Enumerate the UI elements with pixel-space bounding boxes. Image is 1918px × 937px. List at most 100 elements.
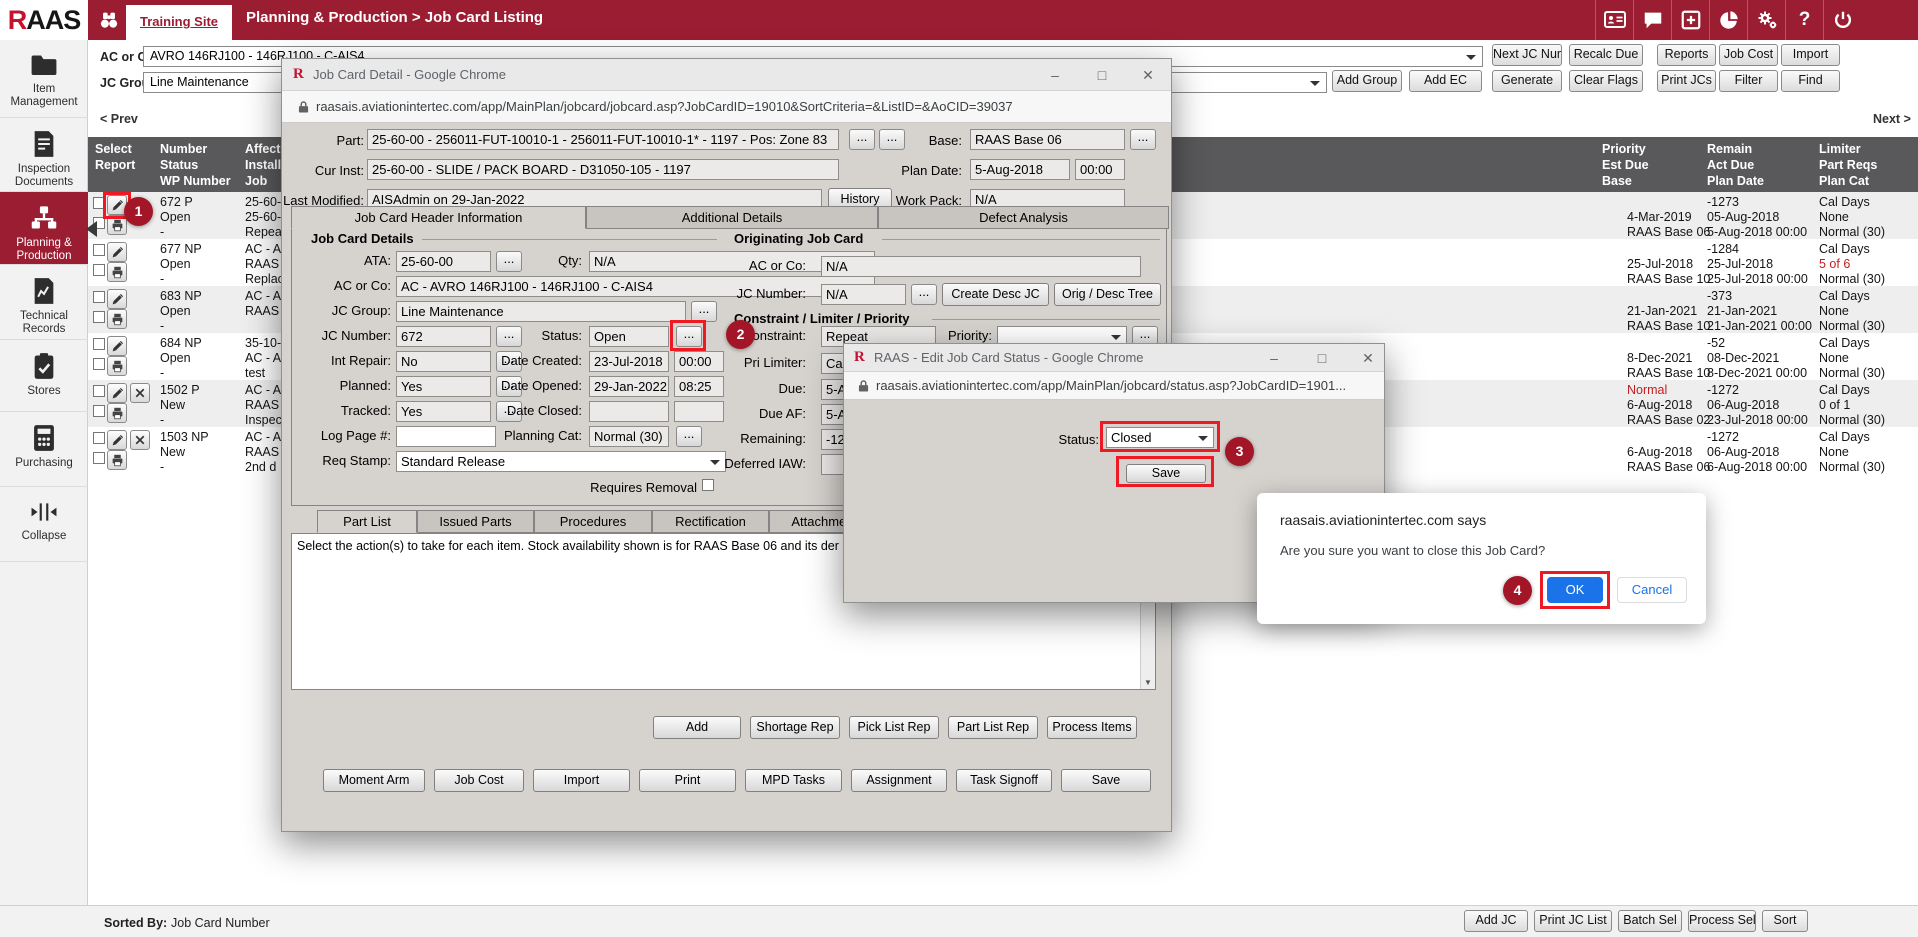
minimize-icon[interactable]: – (1259, 350, 1289, 366)
jc-group-field[interactable]: Line Maintenance (396, 301, 686, 322)
sidebar-item-item-management[interactable]: Item Management (0, 40, 88, 118)
footer-print-jc-list-button[interactable]: Print JC List (1534, 910, 1612, 932)
select-row-checkbox[interactable] (93, 432, 105, 444)
column-remain-actdue-plandate[interactable]: Remain Act Due Plan Date (1707, 141, 1764, 189)
tab-additional-details[interactable]: Additional Details (586, 206, 878, 229)
sidebar-item-planning-production[interactable]: Planning & Production (0, 192, 88, 265)
base-lookup-button[interactable]: ... (1130, 129, 1156, 150)
prev-page-link[interactable]: < Prev (100, 112, 138, 126)
add-group-button[interactable]: Add Group (1332, 70, 1402, 92)
sidebar-item-stores[interactable]: Stores (0, 340, 88, 412)
int-repair-field[interactable]: No (396, 351, 491, 372)
maximize-icon[interactable]: □ (1087, 67, 1117, 83)
tab-training-site[interactable]: Training Site (126, 5, 232, 40)
jc-number-field[interactable]: 672 (396, 326, 491, 347)
close-icon[interactable]: ✕ (1133, 67, 1163, 84)
jobcard-import-button[interactable]: Import (533, 769, 630, 792)
save-status-button[interactable]: Save (1126, 464, 1206, 483)
select-row-checkbox[interactable] (93, 385, 105, 397)
report-row-checkbox[interactable] (93, 358, 105, 370)
jobcard-print-button[interactable]: Print (639, 769, 736, 792)
tab-procedures[interactable]: Procedures (534, 510, 652, 533)
log-page-field[interactable] (396, 426, 496, 447)
report-row-checkbox[interactable] (93, 405, 105, 417)
part-field[interactable]: 25-60-00 - 256011-FUT-10010-1 - 256011-F… (367, 129, 839, 150)
create-desc-jc-button[interactable]: Create Desc JC (942, 283, 1049, 306)
print-jobcard-icon[interactable] (107, 403, 127, 423)
column-limiter-partreqs-plancat[interactable]: Limiter Part Reqs Plan Cat (1819, 141, 1877, 189)
report-row-checkbox[interactable] (93, 452, 105, 464)
jobcard-window-titlebar[interactable]: R Job Card Detail - Google Chrome – □ ✕ (282, 59, 1171, 91)
jobcard-job-cost-button[interactable]: Job Cost (434, 769, 524, 792)
ata-lookup-button[interactable]: ... (496, 251, 522, 272)
sidebar-item-collapse[interactable]: Collapse (0, 487, 88, 562)
delete-jobcard-icon[interactable] (130, 430, 150, 450)
base-field[interactable]: RAAS Base 06 (970, 129, 1125, 150)
jobcard-window-url[interactable]: raasais.aviationintertec.com/app/MainPla… (316, 99, 1013, 114)
planned-field[interactable]: Yes (396, 376, 491, 397)
import-button[interactable]: Import (1781, 44, 1840, 66)
tab-part-list[interactable]: Part List (317, 510, 417, 533)
report-row-checkbox[interactable] (93, 311, 105, 323)
settings-gears-icon[interactable] (1747, 0, 1785, 40)
date-opened-field[interactable]: 29-Jan-2022 (589, 376, 669, 397)
pie-chart-icon[interactable] (1709, 0, 1747, 40)
part-lookup-button[interactable]: ... (849, 129, 875, 150)
partlist-process-items-button[interactable]: Process Items (1047, 716, 1137, 739)
status-field[interactable]: Open (589, 326, 669, 347)
planning-cat-field[interactable]: Normal (30) (589, 426, 669, 447)
status-window-url[interactable]: raasais.aviationintertec.com/app/MainPla… (876, 378, 1346, 393)
maximize-icon[interactable]: □ (1307, 350, 1337, 366)
plan-date-field[interactable]: 5-Aug-2018 (970, 159, 1070, 180)
edit-jobcard-icon[interactable] (107, 336, 127, 356)
edit-jobcard-icon[interactable] (107, 430, 127, 450)
find-button[interactable]: Find (1781, 70, 1840, 92)
status-select[interactable]: Closed (1106, 427, 1214, 448)
tab-defect-analysis[interactable]: Defect Analysis (878, 206, 1169, 229)
sidebar-item-inspection-documents[interactable]: Inspection Documents (0, 118, 88, 192)
footer-batch-sel-button[interactable]: Batch Sel (1618, 910, 1682, 932)
delete-jobcard-icon[interactable] (130, 383, 150, 403)
jobcard-assignment-button[interactable]: Assignment (851, 769, 947, 792)
partlist-shortage-rep-button[interactable]: Shortage Rep (750, 716, 840, 739)
edit-jobcard-icon[interactable] (107, 383, 127, 403)
orig-ac-or-co-field[interactable]: N/A (821, 256, 1141, 277)
ok-button[interactable]: OK (1547, 577, 1603, 603)
print-jcs-button[interactable]: Print JCs (1657, 70, 1716, 92)
orig-desc-tree-button[interactable]: Orig / Desc Tree (1054, 283, 1161, 306)
jobcard-save-button[interactable]: Save (1061, 769, 1151, 792)
jc-group-lookup-button[interactable]: ... (691, 301, 717, 322)
jobcard-task-signoff-button[interactable]: Task Signoff (956, 769, 1052, 792)
partlist-pick-list-rep-button[interactable]: Pick List Rep (849, 716, 939, 739)
print-jobcard-icon[interactable] (107, 450, 127, 470)
column-number-status-wp[interactable]: Number Status WP Number (160, 141, 231, 189)
print-jobcard-icon[interactable] (107, 215, 127, 235)
binoculars-icon[interactable] (98, 9, 120, 36)
jc-number-lookup-button[interactable]: ... (496, 326, 522, 347)
cur-inst-field[interactable]: 25-60-00 - SLIDE / PACK BOARD - D31050-1… (367, 159, 839, 180)
clear-flags-button[interactable]: Clear Flags (1569, 70, 1643, 92)
status-window-titlebar[interactable]: R RAAS - Edit Job Card Status - Google C… (844, 344, 1384, 372)
select-row-checkbox[interactable] (93, 338, 105, 350)
next-page-link[interactable]: Next > (1873, 112, 1911, 126)
employee-card-icon[interactable] (1595, 0, 1633, 40)
report-row-checkbox[interactable] (93, 264, 105, 276)
select-row-checkbox[interactable] (93, 197, 105, 209)
cancel-button[interactable]: Cancel (1617, 577, 1687, 603)
filter-button[interactable]: Filter (1719, 70, 1778, 92)
add-window-icon[interactable] (1671, 0, 1709, 40)
job-cost-button[interactable]: Job Cost (1719, 44, 1778, 66)
partlist-part-list-rep-button[interactable]: Part List Rep (948, 716, 1038, 739)
close-icon[interactable]: ✕ (1353, 350, 1383, 367)
column-priority-estdue-base[interactable]: Priority Est Due Base (1602, 141, 1649, 189)
tab-rectification[interactable]: Rectification (652, 510, 769, 533)
date-created-field[interactable]: 23-Jul-2018 (589, 351, 669, 372)
tracked-field[interactable]: Yes (396, 401, 491, 422)
reports-button[interactable]: Reports (1657, 44, 1716, 66)
jobcard-mpd-tasks-button[interactable]: MPD Tasks (745, 769, 842, 792)
tab-job-card-header-information[interactable]: Job Card Header Information (291, 206, 586, 229)
select-row-checkbox[interactable] (93, 244, 105, 256)
date-closed-field[interactable] (589, 401, 669, 422)
partlist-add-button[interactable]: Add (653, 716, 741, 739)
ata-field[interactable]: 25-60-00 (396, 251, 491, 272)
